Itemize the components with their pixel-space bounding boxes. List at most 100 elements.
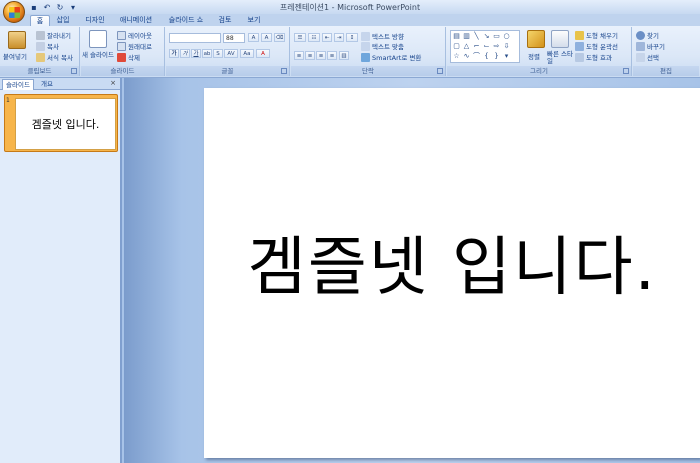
select-button[interactable]: 선택 <box>636 52 659 62</box>
bold-button[interactable]: 가 <box>169 49 179 58</box>
bracket-shape-icon[interactable]: ⌒ <box>472 52 481 60</box>
ribbon: 붙여넣기 잘라내기 복사 서식 복사 클립보드 새 슬라이드 레이아웃 원래대로… <box>0 26 700 78</box>
quick-styles-icon <box>551 30 569 48</box>
clipboard-launcher-icon[interactable] <box>71 68 77 74</box>
text-direction-button[interactable]: 텍스트 방향 <box>361 31 404 41</box>
rectangle-shape-icon[interactable]: ▭ <box>492 32 501 40</box>
layout-button[interactable]: 레이아웃 <box>117 30 152 40</box>
font-color-button[interactable]: A <box>256 49 270 58</box>
slide-thumbnail[interactable]: 겜즐넷 입니다. <box>15 98 116 150</box>
curve-shape-icon[interactable]: ∿ <box>462 52 471 60</box>
more-shapes-icon[interactable]: ▾ <box>502 52 511 60</box>
text-direction-icon <box>361 31 370 41</box>
tab-slides[interactable]: 슬라이드 <box>2 79 34 90</box>
font-size-field[interactable]: 88 <box>223 33 245 43</box>
tab-animations[interactable]: 애니메이션 <box>116 15 156 26</box>
tab-outline[interactable]: 개요 <box>38 79 56 90</box>
tab-review[interactable]: 검토 <box>215 15 235 26</box>
shape-outline-button[interactable]: 도형 윤곽선 <box>575 41 618 51</box>
group-label-clipboard: 클립보드 <box>0 66 79 76</box>
replace-label: 바꾸기 <box>647 43 665 51</box>
decrease-indent-button[interactable]: ⇤ <box>322 33 332 42</box>
drawing-launcher-icon[interactable] <box>623 68 629 74</box>
find-button[interactable]: 찾기 <box>636 30 659 40</box>
paste-button[interactable]: 붙여넣기 <box>3 51 27 61</box>
group-label-drawing: 그리기 <box>447 66 631 76</box>
group-label-font: 글꼴 <box>166 66 289 76</box>
reset-button[interactable]: 원래대로 <box>117 41 152 51</box>
font-name-field[interactable] <box>169 33 221 43</box>
shadow-button[interactable]: S <box>213 49 223 58</box>
panel-tabs: 슬라이드 개요 × <box>0 78 120 90</box>
shrink-font-button[interactable]: A <box>261 33 272 42</box>
close-icon[interactable]: × <box>110 79 116 87</box>
numbering-button[interactable]: ☷ <box>308 33 320 42</box>
down-arrow-shape-icon[interactable]: ⇩ <box>502 42 511 50</box>
line-spacing-button[interactable]: ↕ <box>346 33 358 42</box>
office-button[interactable] <box>3 1 25 23</box>
quick-styles-button[interactable]: 빠른 스타일 <box>547 51 575 65</box>
tab-slideshow[interactable]: 슬라이드 쇼 <box>166 15 206 26</box>
tab-view[interactable]: 보기 <box>244 15 264 26</box>
layout-label: 레이아웃 <box>128 32 152 40</box>
thumbnail-number: 1 <box>6 97 10 104</box>
brush-icon <box>36 52 45 62</box>
shape-effects-button[interactable]: 도형 효과 <box>575 52 612 62</box>
group-slides: 새 슬라이드 레이아웃 원래대로 삭제 슬라이드 <box>81 27 165 76</box>
textbox-shape-icon[interactable]: ▤ <box>452 32 461 40</box>
copy-button[interactable]: 복사 <box>36 41 59 51</box>
triangle-shape-icon[interactable]: △ <box>462 42 471 50</box>
rounded-rect-shape-icon[interactable]: ▢ <box>452 42 461 50</box>
clear-format-button[interactable]: ⌫ <box>274 33 285 42</box>
replace-button[interactable]: 바꾸기 <box>636 41 665 51</box>
shape-fill-button[interactable]: 도형 채우기 <box>575 30 618 40</box>
cut-button[interactable]: 잘라내기 <box>36 30 71 40</box>
tab-insert[interactable]: 삽입 <box>54 15 72 26</box>
format-painter-button[interactable]: 서식 복사 <box>36 52 73 62</box>
align-text-button[interactable]: 텍스트 맞춤 <box>361 41 404 51</box>
smartart-button[interactable]: SmartArt로 변환 <box>361 52 421 62</box>
align-left-button[interactable]: ≡ <box>294 51 304 60</box>
columns-button[interactable]: ▥ <box>339 51 349 60</box>
right-arrow-shape-icon[interactable]: ⇨ <box>492 42 501 50</box>
paragraph-launcher-icon[interactable] <box>437 68 443 74</box>
strike-button[interactable]: ab <box>202 49 212 58</box>
slide-canvas[interactable]: 겜즐넷 입니다. <box>204 88 700 458</box>
line-shape-icon[interactable]: ╲ <box>472 32 481 40</box>
textbox-vertical-shape-icon[interactable]: ▥ <box>462 32 471 40</box>
group-label-slides: 슬라이드 <box>81 66 164 76</box>
bullets-button[interactable]: ☰ <box>294 33 306 42</box>
new-slide-button[interactable]: 새 슬라이드 <box>82 51 114 59</box>
spacing-button[interactable]: AV <box>224 49 238 58</box>
smartart-label: SmartArt로 변환 <box>372 54 422 62</box>
arrange-button[interactable]: 정렬 <box>528 51 540 61</box>
align-center-button[interactable]: ≡ <box>305 51 315 60</box>
grow-font-button[interactable]: A <box>248 33 259 42</box>
tab-home[interactable]: 홈 <box>30 15 50 26</box>
delete-icon <box>117 52 126 62</box>
justify-button[interactable]: ≡ <box>327 51 337 60</box>
font-launcher-icon[interactable] <box>281 68 287 74</box>
group-font: 88 A A ⌫ 가 가 가 ab S AV Aa A 글꼴 <box>166 27 290 76</box>
brace-right-shape-icon[interactable]: } <box>492 52 501 60</box>
shapes-gallery[interactable]: ▤ ▥ ╲ ↘ ▭ ○ ▢ △ ⌐ ⌙ ⇨ ⇩ ☆ ∿ ⌒ { } ▾ <box>450 30 520 63</box>
elbow-shape-icon[interactable]: ⌙ <box>482 42 491 50</box>
shape-fill-label: 도형 채우기 <box>586 32 618 40</box>
paste-icon <box>8 31 26 49</box>
case-button[interactable]: Aa <box>240 49 254 58</box>
oval-shape-icon[interactable]: ○ <box>502 32 511 40</box>
tab-design[interactable]: 디자인 <box>82 15 108 26</box>
italic-button[interactable]: 가 <box>180 49 190 58</box>
align-right-button[interactable]: ≡ <box>316 51 326 60</box>
increase-indent-button[interactable]: ⇥ <box>334 33 344 42</box>
connector-shape-icon[interactable]: ⌐ <box>472 42 481 50</box>
arrow-shape-icon[interactable]: ↘ <box>482 32 491 40</box>
star-shape-icon[interactable]: ☆ <box>452 52 461 60</box>
slide-title-text[interactable]: 겜즐넷 입니다. <box>204 216 700 308</box>
scissors-icon <box>36 30 45 40</box>
binoculars-icon <box>636 30 645 40</box>
slide-thumbnail-selected[interactable]: 1 겜즐넷 입니다. <box>4 94 118 152</box>
delete-slide-button[interactable]: 삭제 <box>117 52 140 62</box>
underline-button[interactable]: 가 <box>191 49 201 58</box>
brace-left-shape-icon[interactable]: { <box>482 52 491 60</box>
